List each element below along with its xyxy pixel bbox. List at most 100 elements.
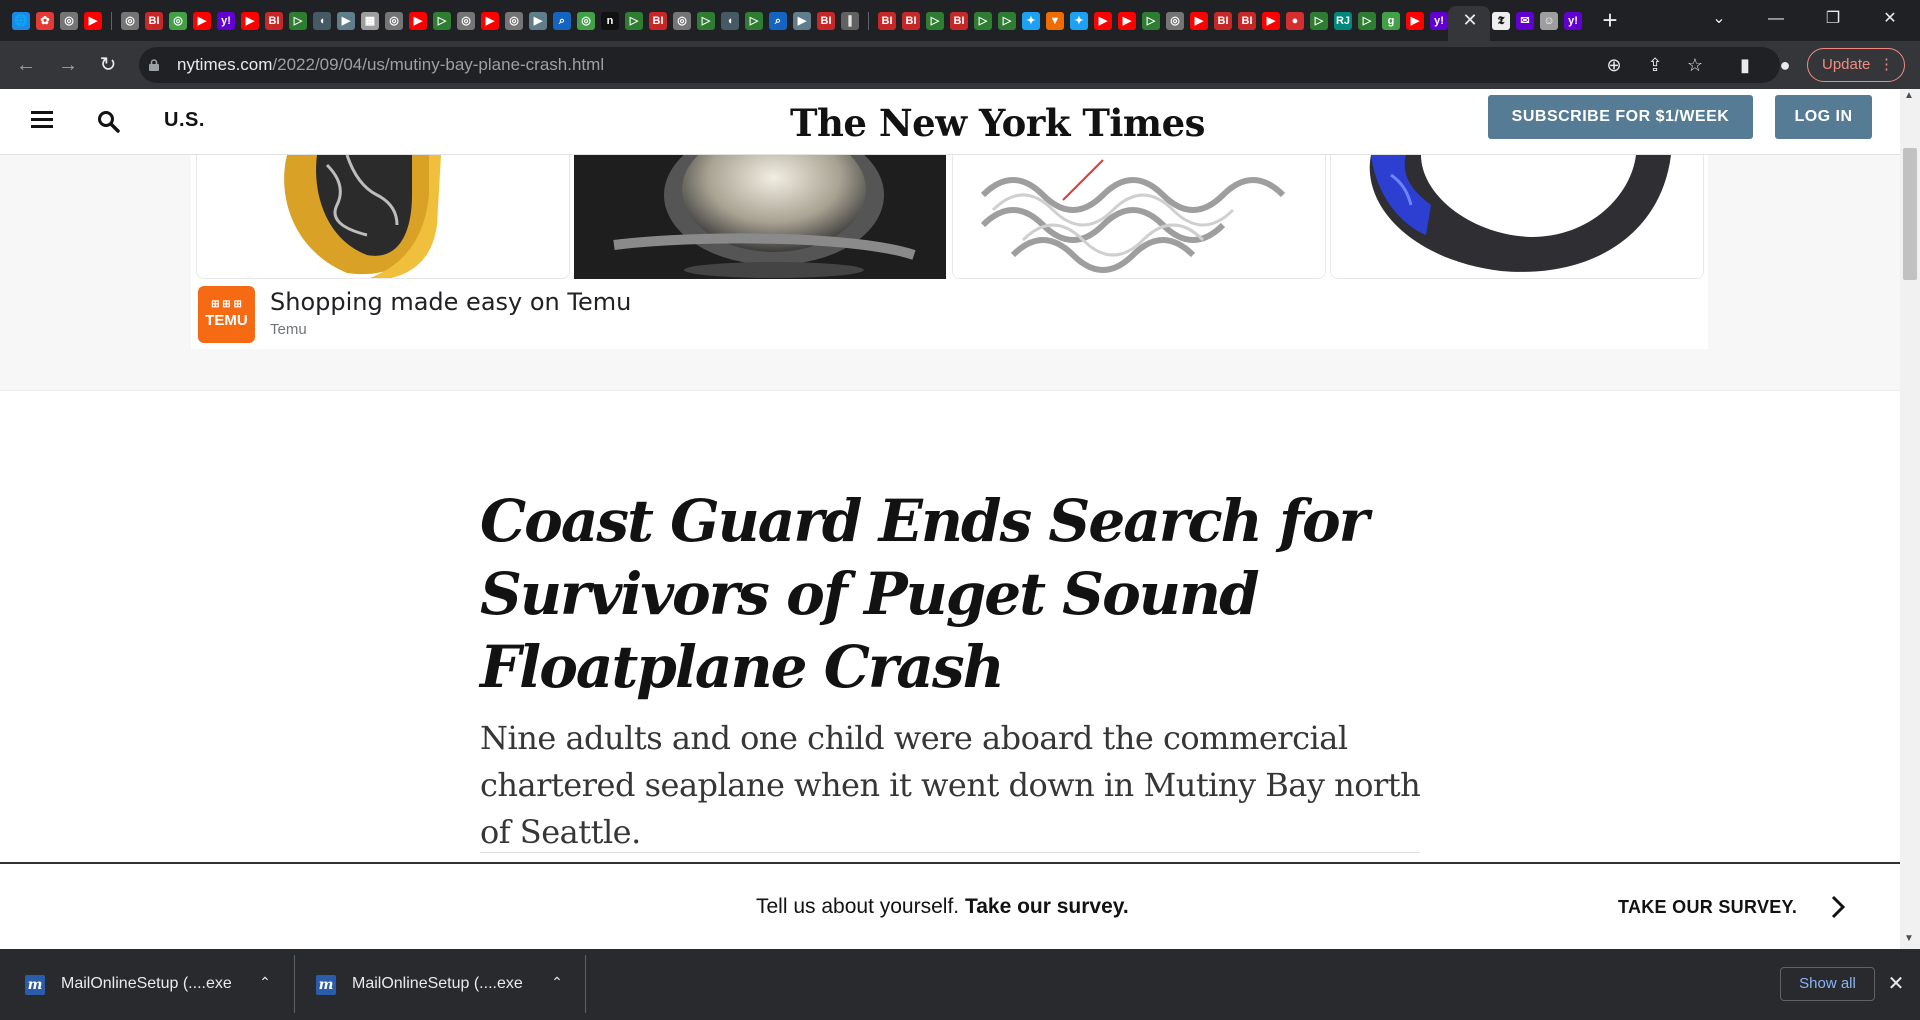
- temu-logo-icon[interactable]: ⊞ ⊞ ⊞ TEMU: [198, 286, 255, 343]
- profile-icon[interactable]: ●: [1773, 53, 1797, 77]
- youtube-icon[interactable]: ▶: [481, 12, 499, 30]
- subscribe-button[interactable]: SUBSCRIBE FOR $1/WEEK: [1488, 95, 1753, 139]
- url-text[interactable]: nytimes.com/2022/09/04/us/mutiny-bay-pla…: [177, 54, 604, 76]
- pin-icon[interactable]: ●: [1286, 12, 1304, 30]
- close-tab-icon[interactable]: ✕: [1460, 10, 1480, 30]
- zoom-icon[interactable]: ⊕: [1602, 53, 1626, 77]
- menu-icon[interactable]: [31, 111, 53, 129]
- chevron-up-icon[interactable]: ⌃: [257, 974, 273, 991]
- play-icon[interactable]: ▷: [625, 12, 643, 30]
- globe-icon[interactable]: ◎: [673, 12, 691, 30]
- business-insider-icon[interactable]: BI: [145, 12, 163, 30]
- play-icon[interactable]: ▷: [1310, 12, 1328, 30]
- play-icon[interactable]: ▷: [1142, 12, 1160, 30]
- ad-image-gold-ring[interactable]: [196, 155, 570, 279]
- play-icon[interactable]: ▷: [433, 12, 451, 30]
- scroll-down-arrow-icon[interactable]: ▼: [1904, 933, 1914, 944]
- flag-icon[interactable]: ▶: [337, 12, 355, 30]
- business-insider-icon[interactable]: BI: [878, 12, 896, 30]
- youtube-icon[interactable]: ▶: [1190, 12, 1208, 30]
- avatar-icon[interactable]: ☺: [1540, 12, 1558, 30]
- rj-icon[interactable]: RJ: [1334, 12, 1352, 30]
- globe-icon[interactable]: 🌐: [12, 12, 30, 30]
- forward-icon[interactable]: →: [56, 53, 80, 77]
- yahoo-icon[interactable]: y!: [217, 12, 235, 30]
- youtube-icon[interactable]: ▶: [241, 12, 259, 30]
- business-insider-icon[interactable]: BI: [1238, 12, 1256, 30]
- ad-image-diamond-ring[interactable]: [574, 155, 946, 279]
- chevron-up-icon[interactable]: ⌃: [549, 974, 565, 991]
- bookmark-star-icon[interactable]: ☆: [1683, 53, 1707, 77]
- take-survey-link[interactable]: TAKE OUR SURVEY.: [1618, 897, 1797, 918]
- play-icon[interactable]: ▷: [289, 12, 307, 30]
- search-icon[interactable]: ⌕: [553, 12, 571, 30]
- business-insider-icon[interactable]: BI: [265, 12, 283, 30]
- business-insider-icon[interactable]: BI: [1214, 12, 1232, 30]
- youtube-icon[interactable]: ▶: [1406, 12, 1424, 30]
- ad-title[interactable]: Shopping made easy on Temu: [270, 288, 631, 316]
- flag-icon[interactable]: ▶: [793, 12, 811, 30]
- shield-icon[interactable]: ◖: [721, 12, 739, 30]
- bookmark-icon[interactable]: ▼: [1046, 12, 1064, 30]
- play-icon[interactable]: ▷: [745, 12, 763, 30]
- globe-icon[interactable]: ◎: [505, 12, 523, 30]
- twitter-icon[interactable]: ✦: [1022, 12, 1040, 30]
- play-icon[interactable]: ▷: [1358, 12, 1376, 30]
- menu-dots-icon[interactable]: ⋮: [1879, 49, 1894, 81]
- globe-icon[interactable]: ◎: [121, 12, 139, 30]
- yahoo-icon[interactable]: y!: [1564, 12, 1582, 30]
- section-label[interactable]: U.S.: [164, 109, 205, 132]
- globe-icon[interactable]: ◎: [1166, 12, 1184, 30]
- nyt-icon[interactable]: 𝕿: [1492, 12, 1510, 30]
- new-tab-button[interactable]: +: [1597, 7, 1623, 33]
- ad-image-blue-ring[interactable]: [1330, 155, 1704, 279]
- ad-image-chain-ring[interactable]: [952, 155, 1326, 279]
- lock-icon[interactable]: [149, 59, 159, 71]
- youtube-icon[interactable]: ▶: [84, 12, 102, 30]
- show-all-button[interactable]: Show all: [1780, 967, 1875, 1001]
- play-icon[interactable]: ▷: [697, 12, 715, 30]
- youtube-icon[interactable]: ▶: [409, 12, 427, 30]
- business-insider-icon[interactable]: BI: [817, 12, 835, 30]
- globe-icon[interactable]: ◎: [457, 12, 475, 30]
- youtube-icon[interactable]: ▶: [1118, 12, 1136, 30]
- twitter-icon[interactable]: ✦: [1070, 12, 1088, 30]
- globe-icon[interactable]: ◎: [385, 12, 403, 30]
- share-icon[interactable]: ⇪: [1643, 53, 1667, 77]
- yahoo-mail-icon[interactable]: ✉: [1516, 12, 1534, 30]
- close-shelf-icon[interactable]: ✕: [1884, 970, 1908, 998]
- nyt-logo[interactable]: The New York Times: [790, 101, 1205, 145]
- close-window-icon[interactable]: ✕: [1870, 4, 1910, 34]
- link-icon[interactable]: ∥: [841, 12, 859, 30]
- flower-icon[interactable]: ✿: [36, 12, 54, 30]
- globe-icon[interactable]: ◎: [60, 12, 78, 30]
- globe-icon[interactable]: ◎: [169, 12, 187, 30]
- yahoo-icon[interactable]: y!: [1430, 12, 1448, 30]
- tab-search-icon[interactable]: ⌄: [1699, 4, 1739, 34]
- business-insider-icon[interactable]: BI: [902, 12, 920, 30]
- back-icon[interactable]: ←: [14, 53, 38, 77]
- side-panel-icon[interactable]: ▮: [1733, 53, 1757, 77]
- shield-icon[interactable]: ◖: [313, 12, 331, 30]
- flag-icon[interactable]: ▶: [529, 12, 547, 30]
- login-button[interactable]: LOG IN: [1775, 95, 1872, 139]
- scroll-up-arrow-icon[interactable]: ▲: [1904, 90, 1914, 101]
- business-insider-icon[interactable]: BI: [950, 12, 968, 30]
- business-insider-icon[interactable]: BI: [649, 12, 667, 30]
- scrollbar-thumb[interactable]: [1903, 148, 1917, 280]
- youtube-icon[interactable]: ▶: [193, 12, 211, 30]
- update-button[interactable]: Update ⋮: [1807, 48, 1905, 82]
- notion-icon[interactable]: n: [601, 12, 619, 30]
- reload-icon[interactable]: ↻: [96, 53, 120, 77]
- g-icon[interactable]: g: [1382, 12, 1400, 30]
- globe-icon[interactable]: ◎: [577, 12, 595, 30]
- minimize-icon[interactable]: ―: [1756, 4, 1796, 34]
- search-icon[interactable]: ⌕: [769, 12, 787, 30]
- play-icon[interactable]: ▷: [974, 12, 992, 30]
- search-icon[interactable]: [96, 109, 120, 133]
- youtube-icon[interactable]: ▶: [1262, 12, 1280, 30]
- play-icon[interactable]: ▷: [926, 12, 944, 30]
- map-icon[interactable]: ▦: [361, 12, 379, 30]
- restore-icon[interactable]: ❐: [1813, 4, 1853, 34]
- chevron-right-icon[interactable]: [1830, 893, 1846, 921]
